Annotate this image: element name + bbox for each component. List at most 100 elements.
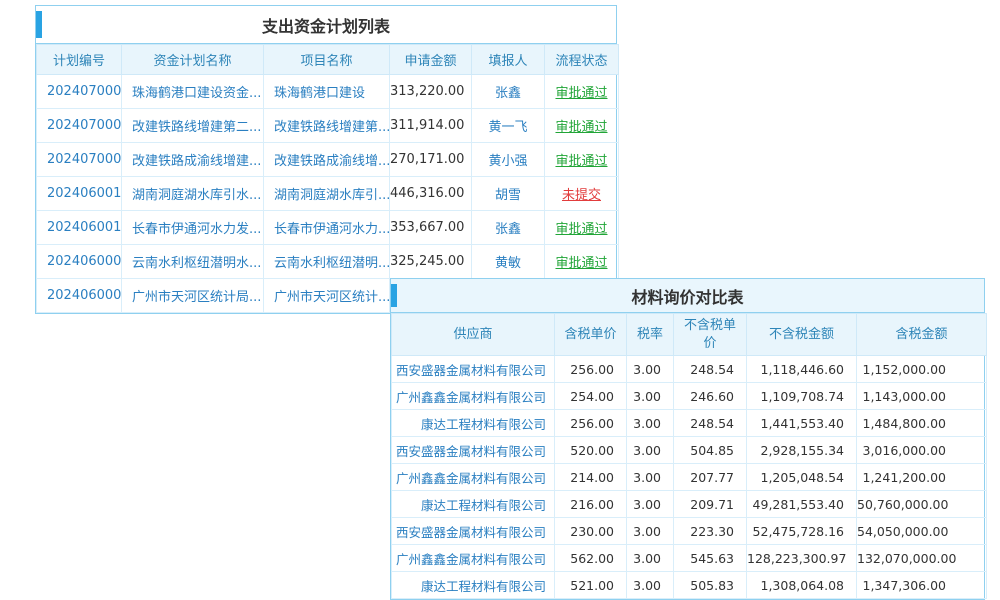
expense-plan-table: 计划编号资金计划名称项目名称申请金额填报人流程状态 2024070003珠海鹤港… [36,44,619,313]
cell-amount_notax: 1,205,048.54 [747,464,857,491]
cell-status[interactable]: 审批通过 [545,245,619,279]
table-row: 西安盛器金属材料有限公司230.003.00223.3052,475,728.1… [392,518,987,545]
cell-unit_price_tax: 216.00 [555,491,627,518]
cell-supplier[interactable]: 西安盛器金属材料有限公司 [392,356,555,383]
cell-status[interactable]: 审批通过 [545,211,619,245]
cell-tax_rate: 3.00 [627,383,674,410]
col-header-supplier: 供应商 [392,314,555,356]
table-row: 广州鑫鑫金属材料有限公司214.003.00207.771,205,048.54… [392,464,987,491]
cell-project_name[interactable]: 改建铁路线增建第... [264,109,390,143]
col-header-unit_price_notax: 不含税单价 [674,314,747,356]
cell-supplier[interactable]: 广州鑫鑫金属材料有限公司 [392,464,555,491]
cell-amount_tax: 54,050,000.00 [857,518,987,545]
cell-unit_price_notax: 248.54 [674,356,747,383]
cell-plan_no[interactable]: 2024060011 [37,177,122,211]
expense-plan-title: 支出资金计划列表 [262,13,390,37]
expense-plan-panel: 支出资金计划列表 计划编号资金计划名称项目名称申请金额填报人流程状态 20240… [35,5,617,314]
cell-tax_rate: 3.00 [627,464,674,491]
cell-project_name[interactable]: 湖南洞庭湖水库引... [264,177,390,211]
cell-plan_no[interactable]: 2024070001 [37,143,122,177]
cell-project_name[interactable]: 珠海鹤港口建设 [264,75,390,109]
cell-reporter[interactable]: 胡雪 [472,177,545,211]
cell-reporter[interactable]: 黄一飞 [472,109,545,143]
cell-fund_name[interactable]: 改建铁路线增建第二... [122,109,264,143]
cell-status[interactable]: 审批通过 [545,143,619,177]
cell-fund_name[interactable]: 珠海鹤港口建设资金... [122,75,264,109]
plan-table-body: 2024070003珠海鹤港口建设资金...珠海鹤港口建设313,220.00张… [37,75,619,313]
cell-tax_rate: 3.00 [627,437,674,464]
cell-amount: 313,220.00 [390,75,472,109]
cell-project_name[interactable]: 改建铁路成渝线增... [264,143,390,177]
cell-supplier[interactable]: 康达工程材料有限公司 [392,491,555,518]
cell-supplier[interactable]: 广州鑫鑫金属材料有限公司 [392,383,555,410]
cell-plan_no[interactable]: 2024060008 [37,279,122,313]
cell-amount_tax: 1,484,800.00 [857,410,987,437]
cell-reporter[interactable]: 张鑫 [472,211,545,245]
cell-amount_notax: 2,928,155.34 [747,437,857,464]
cell-amount_notax: 1,118,446.60 [747,356,857,383]
cell-amount_notax: 49,281,553.40 [747,491,857,518]
cell-plan_no[interactable]: 2024060010 [37,211,122,245]
cell-project_name[interactable]: 长春市伊通河水力... [264,211,390,245]
quote-table-header-row: 供应商含税单价税率不含税单价不含税金额含税金额 [392,314,987,356]
col-header-status: 流程状态 [545,45,619,75]
table-row: 2024070002改建铁路线增建第二...改建铁路线增建第...311,914… [37,109,619,143]
table-row: 西安盛器金属材料有限公司256.003.00248.541,118,446.60… [392,356,987,383]
cell-plan_no[interactable]: 2024060009 [37,245,122,279]
cell-fund_name[interactable]: 云南水利枢纽潜明水... [122,245,264,279]
cell-project_name[interactable]: 云南水利枢纽潜明... [264,245,390,279]
material-quote-panel: 材料询价对比表 供应商含税单价税率不含税单价不含税金额含税金额 西安盛器金属材料… [390,278,985,600]
col-header-unit_price_tax: 含税单价 [555,314,627,356]
cell-supplier[interactable]: 西安盛器金属材料有限公司 [392,518,555,545]
cell-amount_notax: 1,109,708.74 [747,383,857,410]
cell-fund_name[interactable]: 湖南洞庭湖水库引水... [122,177,264,211]
cell-plan_no[interactable]: 2024070002 [37,109,122,143]
cell-supplier[interactable]: 广州鑫鑫金属材料有限公司 [392,545,555,572]
col-header-tax_rate: 税率 [627,314,674,356]
cell-amount: 325,245.00 [390,245,472,279]
cell-status[interactable]: 审批通过 [545,75,619,109]
quote-table-body: 西安盛器金属材料有限公司256.003.00248.541,118,446.60… [392,356,987,599]
cell-amount_tax: 132,070,000.00 [857,545,987,572]
cell-fund_name[interactable]: 长春市伊通河水力发... [122,211,264,245]
cell-unit_price_notax: 504.85 [674,437,747,464]
cell-unit_price_notax: 209.71 [674,491,747,518]
cell-project_name[interactable]: 广州市天河区统计... [264,279,390,313]
cell-unit_price_tax: 562.00 [555,545,627,572]
cell-supplier[interactable]: 西安盛器金属材料有限公司 [392,437,555,464]
cell-tax_rate: 3.00 [627,410,674,437]
cell-amount_tax: 1,347,306.00 [857,572,987,599]
cell-unit_price_notax: 545.63 [674,545,747,572]
cell-reporter[interactable]: 张鑫 [472,75,545,109]
cell-amount_tax: 1,152,000.00 [857,356,987,383]
table-row: 2024060010长春市伊通河水力发...长春市伊通河水力...353,667… [37,211,619,245]
cell-amount: 446,316.00 [390,177,472,211]
cell-fund_name[interactable]: 改建铁路成渝线增建... [122,143,264,177]
cell-amount_tax: 3,016,000.00 [857,437,987,464]
cell-amount_notax: 128,223,300.97 [747,545,857,572]
cell-plan_no[interactable]: 2024070003 [37,75,122,109]
col-header-amount_notax: 不含税金额 [747,314,857,356]
cell-supplier[interactable]: 康达工程材料有限公司 [392,410,555,437]
cell-unit_price_notax: 223.30 [674,518,747,545]
cell-fund_name[interactable]: 广州市天河区统计局... [122,279,264,313]
cell-amount: 353,667.00 [390,211,472,245]
table-row: 广州鑫鑫金属材料有限公司254.003.00246.601,109,708.74… [392,383,987,410]
table-row: 广州鑫鑫金属材料有限公司562.003.00545.63128,223,300.… [392,545,987,572]
cell-unit_price_notax: 207.77 [674,464,747,491]
table-row: 2024060009云南水利枢纽潜明水...云南水利枢纽潜明...325,245… [37,245,619,279]
cell-status[interactable]: 未提交 [545,177,619,211]
cell-unit_price_tax: 521.00 [555,572,627,599]
table-row: 2024070003珠海鹤港口建设资金...珠海鹤港口建设313,220.00张… [37,75,619,109]
table-row: 康达工程材料有限公司521.003.00505.831,308,064.081,… [392,572,987,599]
cell-unit_price_tax: 214.00 [555,464,627,491]
cell-reporter[interactable]: 黄小强 [472,143,545,177]
cell-tax_rate: 3.00 [627,356,674,383]
cell-reporter[interactable]: 黄敏 [472,245,545,279]
col-header-amount_tax: 含税金额 [857,314,987,356]
cell-status[interactable]: 审批通过 [545,109,619,143]
cell-unit_price_tax: 230.00 [555,518,627,545]
cell-unit_price_notax: 246.60 [674,383,747,410]
col-header-project_name: 项目名称 [264,45,390,75]
cell-supplier[interactable]: 康达工程材料有限公司 [392,572,555,599]
